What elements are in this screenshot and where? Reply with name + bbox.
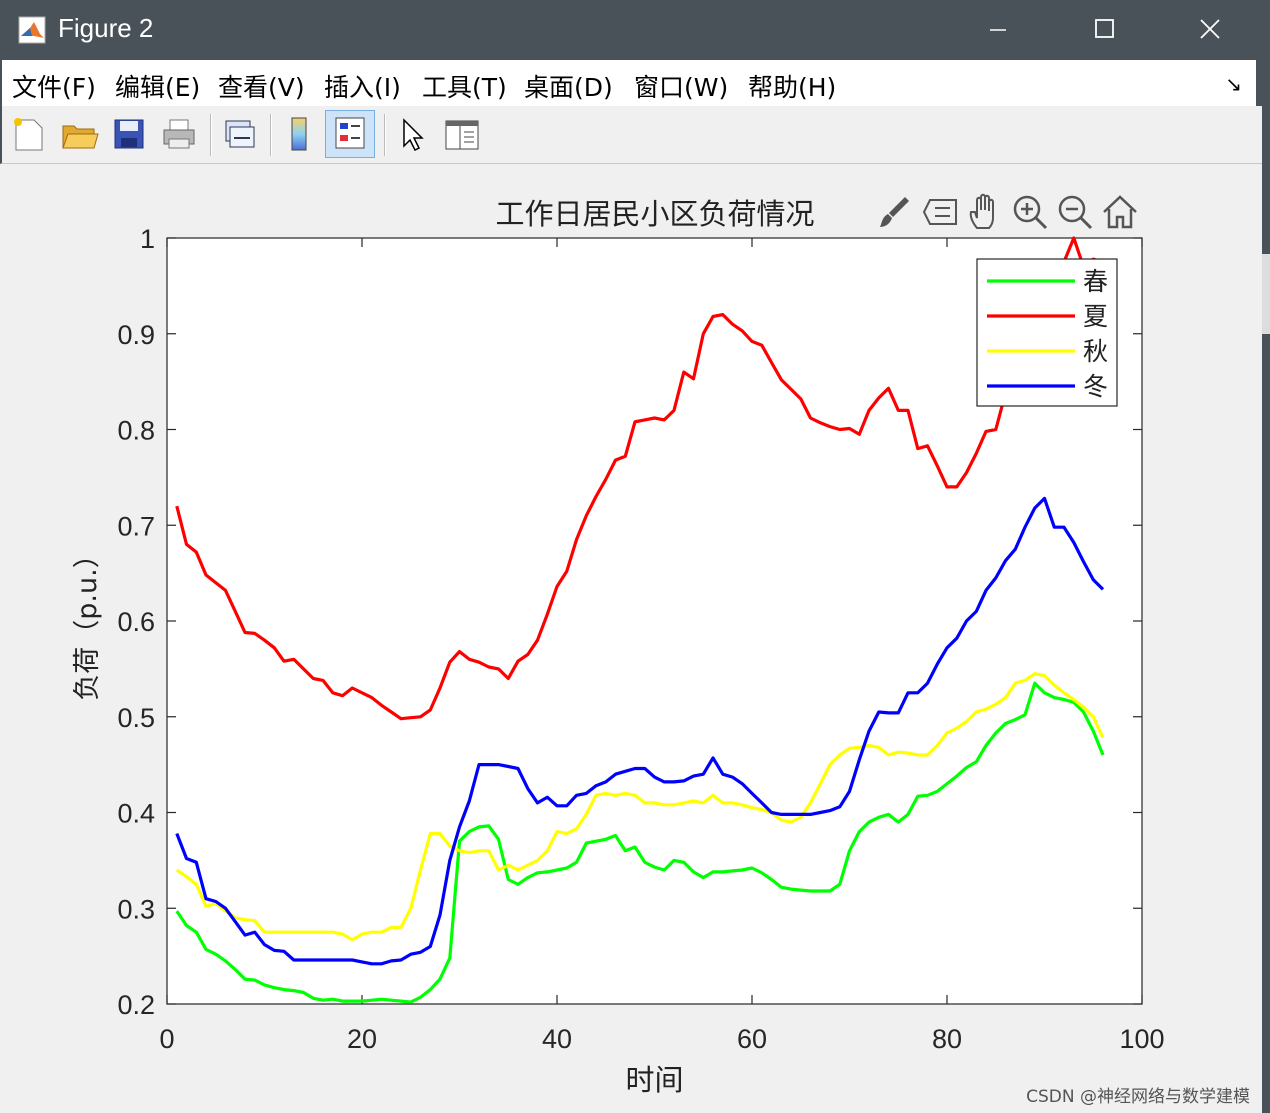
background-window-edge xyxy=(1262,254,1270,334)
legend-label: 冬 xyxy=(1083,372,1108,401)
x-tick-label: 20 xyxy=(347,1024,377,1054)
legend-label: 夏 xyxy=(1083,302,1108,331)
y-tick-label: 1 xyxy=(140,224,155,254)
x-tick-label: 0 xyxy=(159,1024,174,1054)
data-tips-icon[interactable] xyxy=(920,192,960,232)
home-icon[interactable] xyxy=(1100,192,1140,232)
legend[interactable]: 春夏秋冬 xyxy=(976,258,1118,407)
y-tick-label: 0.3 xyxy=(117,894,155,924)
y-tick-label: 0.7 xyxy=(117,511,155,541)
x-tick-label: 100 xyxy=(1119,1024,1164,1054)
watermark: CSDN @神经网络与数学建模 xyxy=(1026,1087,1250,1107)
y-tick-label: 0.6 xyxy=(117,607,155,637)
x-tick-label: 40 xyxy=(542,1024,572,1054)
y-axis-label: 负荷（p.u.） xyxy=(72,541,103,700)
y-tick-label: 0.9 xyxy=(117,320,155,350)
zoom-in-icon[interactable] xyxy=(1010,192,1050,232)
x-tick-label: 80 xyxy=(932,1024,962,1054)
y-tick-label: 0.2 xyxy=(117,990,155,1020)
brush-icon[interactable] xyxy=(875,192,915,232)
y-tick-label: 0.5 xyxy=(117,703,155,733)
zoom-out-icon[interactable] xyxy=(1055,192,1095,232)
x-axis-label: 时间 xyxy=(625,1063,683,1097)
chart-title: 工作日居民小区负荷情况 xyxy=(495,197,814,231)
legend-label: 秋 xyxy=(1083,337,1108,366)
plot-area[interactable]: 0 20 40 60 80 100 0.2 0.3 0.4 0.5 0.6 0.7 0.8 0.9 1 工作… xyxy=(0,0,1262,1113)
pan-icon[interactable] xyxy=(965,192,1005,232)
legend-label: 春 xyxy=(1083,267,1108,296)
y-tick-label: 0.4 xyxy=(117,799,155,829)
y-tick-label: 0.8 xyxy=(117,416,155,446)
x-tick-label: 60 xyxy=(737,1024,767,1054)
window-border xyxy=(1262,60,1270,1113)
